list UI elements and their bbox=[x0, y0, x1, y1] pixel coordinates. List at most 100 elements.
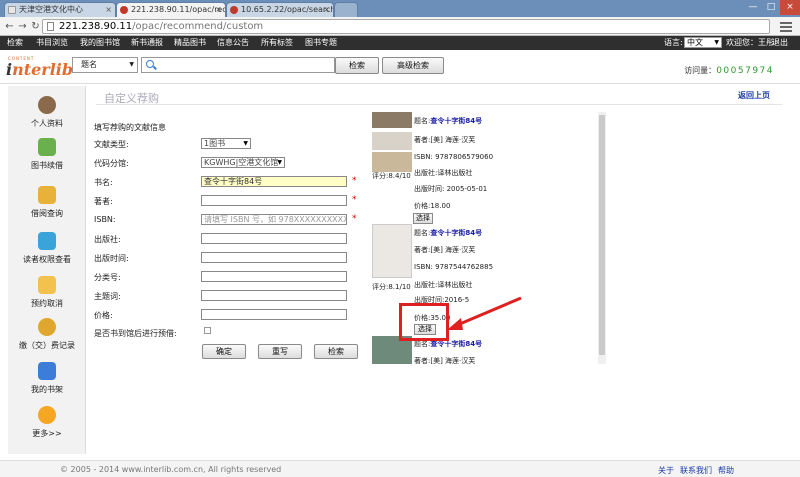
annotation-arrow-icon bbox=[447, 296, 522, 330]
required-mark: * bbox=[352, 176, 357, 186]
sidebar-item-cancel-reservation[interactable]: 预约取消 bbox=[8, 276, 86, 316]
highlight-box bbox=[399, 303, 449, 341]
nav-announcements[interactable]: 信息公告 bbox=[217, 36, 249, 50]
publisher-label: 出版社: bbox=[94, 235, 121, 244]
doc-type-label: 文献类型: bbox=[94, 140, 129, 149]
minimize-icon[interactable]: — bbox=[744, 0, 762, 15]
price-input[interactable] bbox=[201, 309, 347, 320]
chevron-down-icon: ▼ bbox=[129, 61, 134, 68]
title-label: 书名: bbox=[94, 178, 113, 187]
back-arrow-icon[interactable]: ← bbox=[3, 20, 16, 33]
new-tab-button[interactable] bbox=[334, 2, 358, 17]
result-price: 价格:18.00 bbox=[414, 202, 451, 210]
close-icon[interactable]: × bbox=[323, 3, 330, 16]
site-favicon-icon bbox=[120, 6, 128, 14]
publisher-input[interactable] bbox=[201, 233, 347, 244]
result-pubdate: 出版时间: 2005-05-01 bbox=[414, 185, 488, 193]
search-input[interactable] bbox=[141, 57, 335, 73]
sidebar-item-more[interactable]: 更多>> bbox=[8, 406, 86, 446]
browser-tab[interactable]: 天津空港文化中心 × bbox=[4, 2, 116, 17]
code-branch-select[interactable]: KGWHG|空港文化馆 ▼ bbox=[201, 157, 285, 168]
nav-topics[interactable]: 图书专题 bbox=[305, 36, 337, 50]
book-cover-image[interactable] bbox=[372, 112, 412, 128]
browser-tab-bar: 天津空港文化中心 × 221.238.90.11/opac/recomm × 1… bbox=[0, 0, 800, 17]
about-link[interactable]: 关于 bbox=[658, 465, 674, 476]
result-score: 评分:8.4/10 bbox=[372, 172, 411, 180]
pubdate-input[interactable] bbox=[201, 252, 347, 263]
chevron-down-icon: ▼ bbox=[277, 159, 282, 166]
nav-all-tags[interactable]: 所有标签 bbox=[261, 36, 293, 50]
book-cover-image[interactable] bbox=[372, 224, 412, 278]
close-window-icon[interactable]: × bbox=[780, 0, 800, 15]
copyright-text: © 2005 - 2014 www.interlib.com.cn, All r… bbox=[60, 465, 282, 474]
book-cover-image[interactable] bbox=[372, 132, 412, 150]
sidebar-item-borrow-query[interactable]: 借阅查询 bbox=[8, 186, 86, 226]
list-item: 题名:查令十字街84号 bbox=[414, 229, 483, 237]
author-input[interactable] bbox=[201, 195, 347, 206]
result-author: 著者:[美] 海莲·汉芙 bbox=[414, 246, 476, 254]
result-title-link[interactable]: 查令十字街84号 bbox=[430, 117, 482, 125]
result-author: 著者:[美] 海莲·汉芙 bbox=[414, 136, 476, 144]
result-isbn: ISBN: 9787544762885 bbox=[414, 263, 494, 271]
maximize-icon[interactable]: □ bbox=[762, 0, 780, 15]
url-input[interactable]: 221.238.90.11/opac/recommend/custom bbox=[42, 19, 770, 34]
search-field-select[interactable]: 题名 ▼ bbox=[72, 57, 138, 73]
form-heading: 填写荐购的文献信息 bbox=[94, 123, 166, 132]
classno-input[interactable] bbox=[201, 271, 347, 282]
reserve-label: 是否书到馆后进行预借: bbox=[94, 329, 177, 338]
search-button[interactable]: 检索 bbox=[335, 57, 379, 74]
close-icon[interactable]: × bbox=[215, 3, 222, 16]
help-link[interactable]: 帮助 bbox=[718, 465, 734, 476]
advanced-search-button[interactable]: 高级检索 bbox=[382, 57, 444, 74]
result-score: 评分:8.1/10 bbox=[372, 283, 411, 291]
reload-icon[interactable]: ↻ bbox=[29, 20, 42, 33]
result-publisher: 出版社:译林出版社 bbox=[414, 281, 473, 289]
result-title-link[interactable]: 查令十字街84号 bbox=[430, 229, 482, 237]
nav-featured[interactable]: 精品图书 bbox=[174, 36, 206, 50]
author-label: 著者: bbox=[94, 197, 113, 206]
reset-button[interactable]: 重写 bbox=[258, 344, 302, 359]
sidebar-item-profile[interactable]: 个人资料 bbox=[8, 96, 86, 136]
nav-my-library[interactable]: 我的图书馆 bbox=[80, 36, 120, 50]
book-cover-image[interactable] bbox=[372, 152, 412, 172]
result-author: 著者:[美] 海莲·汉芙 bbox=[414, 357, 476, 364]
nav-new-books[interactable]: 新书通报 bbox=[131, 36, 163, 50]
contact-link[interactable]: 联系我们 bbox=[680, 465, 712, 476]
scrollbar-thumb[interactable] bbox=[599, 115, 605, 355]
welcome-text: 欢迎您：王彤 bbox=[726, 38, 774, 47]
isbn-input[interactable]: 请填写 ISBN 号，如 978XXXXXXXXXX bbox=[201, 214, 347, 225]
browser-menu-icon[interactable] bbox=[780, 20, 792, 32]
form-search-button[interactable]: 检索 bbox=[314, 344, 358, 359]
close-icon[interactable]: × bbox=[105, 3, 112, 16]
visit-counter: 访问量：00057974 bbox=[684, 66, 774, 76]
site-favicon-icon bbox=[230, 6, 238, 14]
forward-arrow-icon[interactable]: → bbox=[16, 20, 29, 33]
search-header: CONTENT interlib 题名 ▼ 检索 高级检索 访问量：0005797… bbox=[0, 50, 800, 84]
coins-icon bbox=[38, 318, 56, 336]
language-label: 语言: bbox=[664, 38, 683, 47]
title-divider bbox=[96, 104, 782, 105]
sidebar-item-bookshelf[interactable]: 我的书架 bbox=[8, 362, 86, 402]
list-item: 题名:查令十字街84号 bbox=[414, 117, 483, 125]
nav-browse[interactable]: 书目浏览 bbox=[36, 36, 68, 50]
browser-tab[interactable]: 10.65.2.22/opac/search × bbox=[226, 2, 334, 17]
browser-tab-active[interactable]: 221.238.90.11/opac/recomm × bbox=[116, 2, 226, 17]
doc-type-select[interactable]: 1图书 ▼ bbox=[201, 138, 251, 149]
address-bar-row: ← → ↻ 221.238.90.11/opac/recommend/custo… bbox=[0, 17, 800, 36]
confirm-button[interactable]: 确定 bbox=[202, 344, 246, 359]
language-select[interactable]: 中文 ▼ bbox=[684, 37, 722, 48]
sidebar-item-renew[interactable]: 图书续借 bbox=[8, 138, 86, 178]
select-button[interactable]: 选择 bbox=[413, 213, 433, 224]
title-input[interactable]: 查令十字街84号 bbox=[201, 176, 347, 187]
back-link[interactable]: 返回上页 bbox=[738, 90, 770, 101]
reserve-checkbox[interactable] bbox=[204, 327, 211, 334]
sidebar-item-permissions[interactable]: 读者权限查看 bbox=[8, 232, 86, 272]
sidebar-item-fees[interactable]: 缴（交）费记录 bbox=[8, 318, 86, 358]
result-title-link[interactable]: 查令十字街84号 bbox=[430, 340, 482, 348]
flower-icon bbox=[38, 406, 56, 424]
site-top-nav: 检索 书目浏览 我的图书馆 新书通报 精品图书 信息公告 所有标签 图书专题 语… bbox=[0, 36, 800, 50]
nav-search[interactable]: 检索 bbox=[7, 36, 23, 50]
page-icon bbox=[8, 6, 16, 14]
logout-link[interactable]: 退出 bbox=[772, 36, 788, 50]
subject-input[interactable] bbox=[201, 290, 347, 301]
